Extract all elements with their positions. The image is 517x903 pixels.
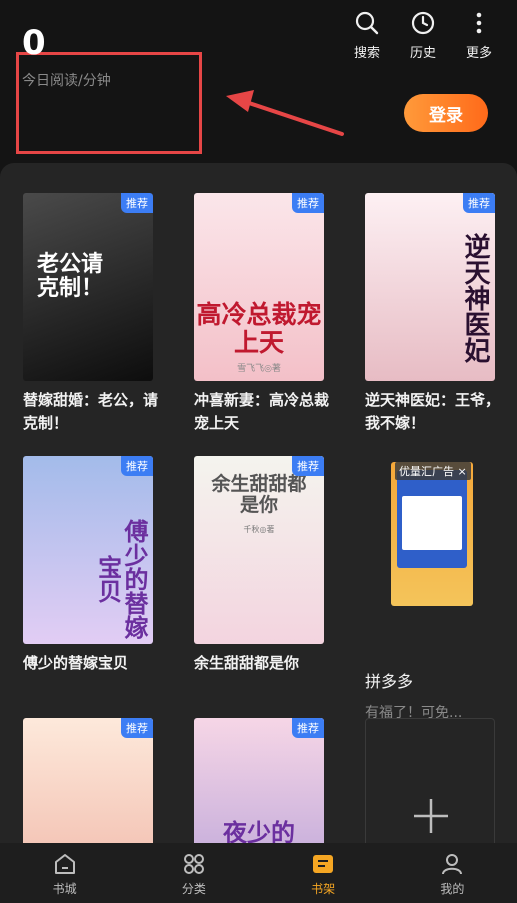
add-book-button[interactable] bbox=[365, 718, 495, 843]
cover-title: 余生甜甜都是你 bbox=[211, 473, 307, 516]
recommend-badge: 推荐 bbox=[292, 456, 324, 476]
cover-title: 夜少的 bbox=[223, 819, 295, 843]
book-card[interactable]: 逆天神医妃 推荐 逆天神医妃：王爷，我不嫁！ bbox=[365, 193, 515, 435]
more-button[interactable]: 更多 bbox=[455, 10, 503, 61]
nav-category[interactable]: 分类 bbox=[129, 843, 258, 903]
more-label: 更多 bbox=[465, 46, 492, 61]
search-button[interactable]: 搜索 bbox=[343, 10, 391, 61]
book-title: 余生甜甜都是你 bbox=[194, 654, 300, 672]
bookshelf-screen: 搜索 历史 更多 0 今日阅读/分钟 登录 老公请克制！ 推荐 替嫁甜婚：老公，… bbox=[0, 0, 517, 903]
search-label: 搜索 bbox=[353, 46, 380, 61]
book-cover: 老公请克制！ 推荐 bbox=[23, 193, 153, 381]
book-card[interactable]: 夜少的 推荐 bbox=[194, 718, 344, 843]
top-actions: 搜索 历史 更多 bbox=[343, 10, 503, 61]
book-cover: 推荐 bbox=[23, 718, 153, 843]
cover-title: 高冷总裁宠上天 bbox=[196, 300, 322, 357]
nav-label: 书架 bbox=[311, 882, 336, 896]
reading-minutes-label: 今日阅读/分钟 bbox=[22, 73, 111, 89]
book-title: 逆天神医妃：王爷，我不嫁！ bbox=[365, 391, 501, 432]
login-button[interactable]: 登录 bbox=[404, 94, 488, 132]
book-cover: 逆天神医妃 推荐 bbox=[365, 193, 495, 381]
history-label: 历史 bbox=[409, 46, 436, 61]
reading-stats-highlight bbox=[16, 52, 202, 154]
book-card[interactable]: 余生甜甜都是你 千秋◎著 推荐 余生甜甜都是你 bbox=[194, 456, 344, 675]
more-vertical-icon bbox=[476, 12, 482, 34]
book-title: 替嫁甜婚：老公，请克制！ bbox=[23, 391, 159, 432]
book-card[interactable]: 傅少的替嫁宝贝 推荐 傅少的替嫁宝贝 bbox=[23, 456, 173, 675]
ad-card[interactable]: 优量汇广告 × 拼多多 有福了！可免... bbox=[365, 456, 505, 722]
book-title: 冲喜新妻：高冷总裁宠上天 bbox=[194, 391, 330, 432]
nav-label: 书城 bbox=[52, 882, 77, 896]
cover-title: 傅少的替嫁宝贝 bbox=[93, 519, 148, 639]
ad-label[interactable]: 优量汇广告 × bbox=[395, 462, 471, 480]
bookshelf-icon bbox=[313, 855, 334, 873]
recommend-badge: 推荐 bbox=[463, 193, 495, 213]
book-cover: 余生甜甜都是你 千秋◎著 推荐 bbox=[194, 456, 324, 644]
home-icon bbox=[54, 854, 75, 874]
recommend-badge: 推荐 bbox=[121, 193, 153, 213]
bottom-nav: 书城 分类 书架 我的 bbox=[0, 843, 517, 903]
clock-icon bbox=[411, 11, 435, 35]
book-cover: 高冷总裁宠上天 雪飞飞◎著 推荐 bbox=[194, 193, 324, 381]
book-card[interactable]: 老公请克制！ 推荐 替嫁甜婚：老公，请克制！ bbox=[23, 193, 173, 435]
ad-title: 拼多多 bbox=[365, 672, 414, 691]
book-title: 傅少的替嫁宝贝 bbox=[23, 654, 129, 672]
recommend-badge: 推荐 bbox=[121, 718, 153, 738]
search-icon bbox=[355, 11, 379, 35]
cover-title: 逆天神医妃 bbox=[460, 233, 490, 363]
recommend-badge: 推荐 bbox=[121, 456, 153, 476]
ad-image: 优量汇广告 × bbox=[365, 456, 495, 644]
nav-bookstore[interactable]: 书城 bbox=[0, 843, 129, 903]
recommend-badge: 推荐 bbox=[292, 193, 324, 213]
book-card[interactable]: 高冷总裁宠上天 雪飞飞◎著 推荐 冲喜新妻：高冷总裁宠上天 bbox=[194, 193, 344, 435]
annotation-arrow-icon bbox=[226, 90, 344, 136]
plus-icon bbox=[414, 799, 448, 833]
nav-label: 分类 bbox=[181, 882, 206, 896]
grid-icon bbox=[183, 854, 204, 874]
ad-panel bbox=[402, 496, 462, 550]
cover-title: 老公请克制！ bbox=[37, 252, 104, 302]
nav-bookshelf[interactable]: 书架 bbox=[259, 843, 388, 903]
history-button[interactable]: 历史 bbox=[399, 10, 447, 61]
cover-author: 千秋◎著 bbox=[243, 525, 275, 534]
bookshelf-grid: 老公请克制！ 推荐 替嫁甜婚：老公，请克制！ 高冷总裁宠上天 雪飞飞◎著 推荐 … bbox=[0, 163, 517, 843]
cover-author: 雪飞飞◎著 bbox=[237, 364, 281, 374]
book-card[interactable]: 推荐 bbox=[23, 718, 173, 843]
reading-minutes-count: 0 bbox=[22, 23, 46, 63]
book-cover: 傅少的替嫁宝贝 推荐 bbox=[23, 456, 153, 644]
nav-profile[interactable]: 我的 bbox=[388, 843, 517, 903]
user-icon bbox=[442, 854, 463, 875]
nav-label: 我的 bbox=[440, 882, 465, 896]
recommend-badge: 推荐 bbox=[292, 718, 324, 738]
book-cover: 夜少的 推荐 bbox=[194, 718, 324, 843]
